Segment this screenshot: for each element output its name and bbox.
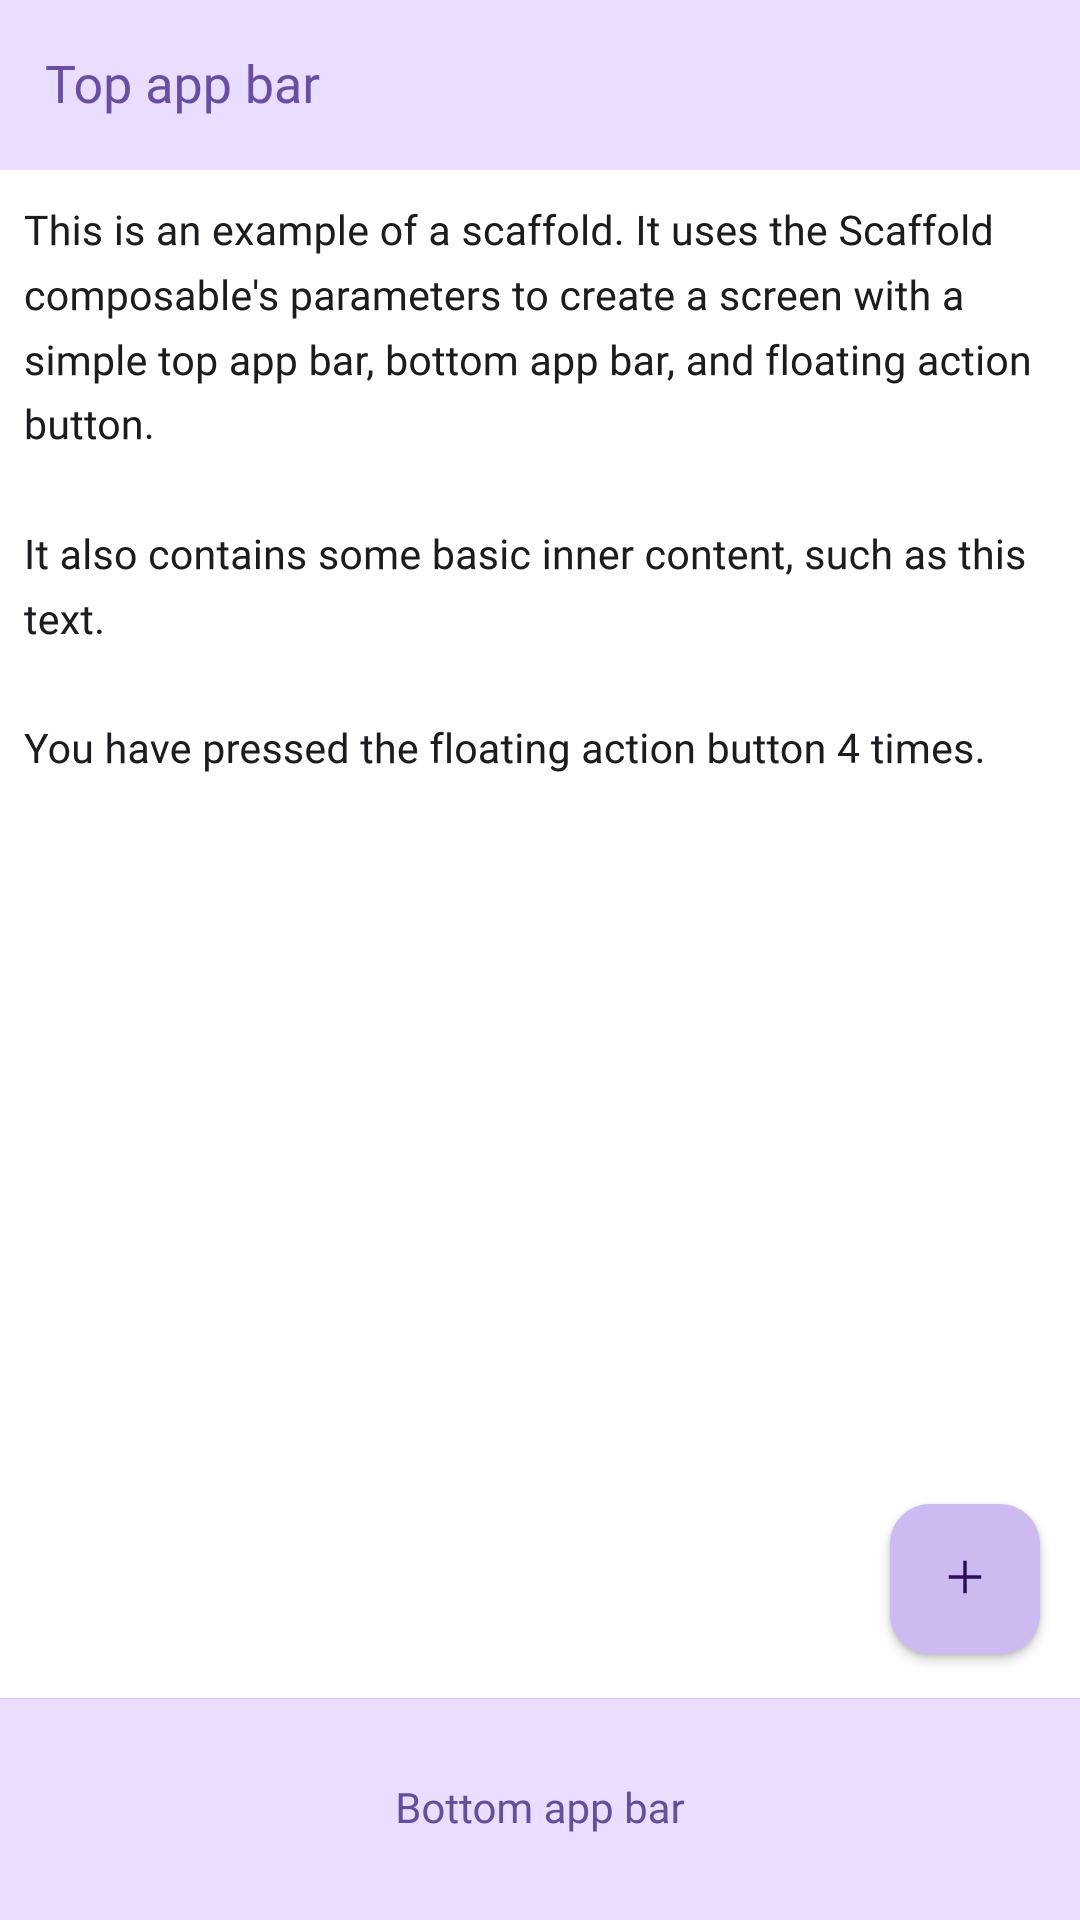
top-app-bar-title: Top app bar [45,55,320,116]
bottom-app-bar: Bottom app bar [0,1698,1080,1920]
bottom-app-bar-text: Bottom app bar [395,1785,685,1834]
top-app-bar: Top app bar [0,0,1080,170]
main-content: This is an example of a scaffold. It use… [0,170,1080,1698]
content-text: This is an example of a scaffold. It use… [24,200,1056,783]
floating-action-button[interactable] [890,1504,1040,1654]
add-icon [939,1551,991,1607]
